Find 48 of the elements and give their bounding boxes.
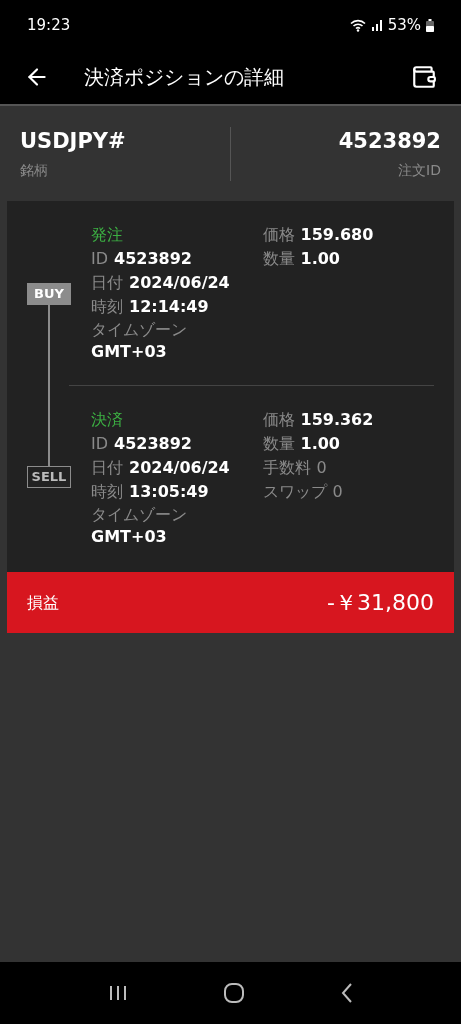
signal-icon [370, 19, 383, 31]
field-label: 手数料 [262, 457, 311, 479]
field-value: 13:05:49 [129, 481, 209, 503]
battery-level: 53% [387, 14, 421, 36]
status-time: 19:23 [27, 14, 71, 36]
field-value: 2024/06/24 [129, 272, 230, 294]
field-value: 12:14:49 [129, 296, 209, 318]
section-title: 発注 [91, 224, 123, 246]
field-value: 1.00 [300, 248, 340, 270]
field-label: 時刻 [91, 481, 123, 503]
side-tag: SELL [27, 466, 71, 488]
wallet-button[interactable] [411, 64, 437, 90]
profit-label: 損益 [27, 591, 59, 614]
field-value: 159.362 [300, 409, 374, 431]
field-label: タイムゾーン [91, 319, 188, 341]
field-label: スワップ [262, 481, 327, 503]
field-value: 0 [332, 481, 343, 503]
field-value: 2024/06/24 [129, 457, 230, 479]
field-label: 数量 [262, 433, 295, 455]
symbol-value: USDJPY# [20, 128, 127, 156]
side-tag: BUY [27, 283, 71, 305]
recent-apps-icon[interactable] [107, 984, 128, 1002]
order-id-value: 4523892 [338, 128, 441, 156]
field-label: ID [91, 433, 109, 455]
profit-value: -￥31,800 [327, 589, 434, 617]
order-id-label: 注文ID [398, 160, 441, 180]
field-value: GMT+03 [91, 526, 168, 548]
field-value: GMT+03 [91, 341, 168, 363]
home-icon[interactable] [222, 982, 245, 1004]
field-value: 4523892 [114, 433, 192, 455]
battery-icon [426, 18, 434, 32]
field-label: 数量 [262, 248, 295, 270]
symbol-label: 銘柄 [20, 160, 49, 180]
page-title: 決済ポジションの詳細 [84, 64, 285, 91]
field-label: 価格 [262, 409, 295, 431]
field-value: 4523892 [114, 248, 192, 270]
back-nav-icon[interactable] [339, 982, 354, 1004]
field-value: 1.00 [300, 433, 340, 455]
field-label: 価格 [262, 224, 295, 246]
field-value: 159.680 [300, 224, 374, 246]
field-label: 時刻 [91, 296, 123, 318]
section-title: 決済 [91, 409, 123, 431]
wifi-icon [349, 18, 366, 32]
field-label: タイムゾーン [91, 504, 188, 526]
field-label: 日付 [91, 457, 123, 479]
field-label: ID [91, 248, 109, 270]
field-value: 0 [316, 457, 327, 479]
field-label: 日付 [91, 272, 123, 294]
